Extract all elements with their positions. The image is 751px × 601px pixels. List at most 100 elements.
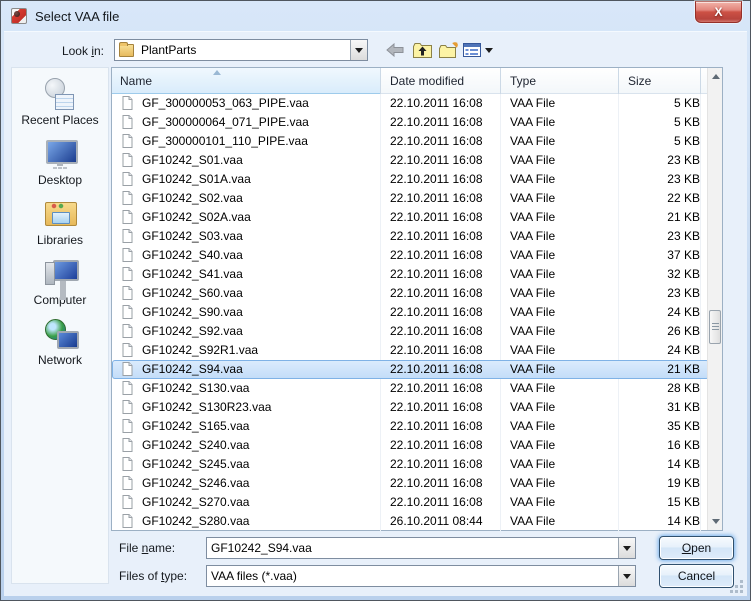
sidebar-item-label: Recent Places (21, 113, 99, 127)
file-row[interactable]: GF10242_S130.vaa 22.10.2011 16:08 VAA Fi… (112, 379, 709, 398)
sidebar-item-icon (42, 316, 79, 352)
titlebar[interactable]: Select VAA file X (1, 1, 750, 31)
file-date-cell: 22.10.2011 16:08 (390, 248, 483, 262)
back-button[interactable] (383, 39, 407, 61)
folder-icon (119, 41, 134, 57)
file-name-cell: GF10242_S280.vaa (112, 512, 380, 531)
file-row[interactable]: GF10242_S130R23.vaa 22.10.2011 16:08 VAA… (112, 398, 709, 417)
file-row[interactable]: GF10242_S02A.vaa 22.10.2011 16:08 VAA Fi… (112, 208, 709, 227)
file-name-cell: GF_300000064_071_PIPE.vaa (112, 113, 380, 132)
files-of-type-label: Files of type: (119, 569, 188, 583)
file-size-cell: 5 KB (673, 96, 700, 110)
file-name-cell: GF10242_S60.vaa (112, 284, 380, 303)
file-row[interactable]: GF_300000101_110_PIPE.vaa 22.10.2011 16:… (112, 132, 709, 151)
file-row[interactable]: GF10242_S92R1.vaa 22.10.2011 16:08 VAA F… (112, 341, 709, 360)
column-header-date-modified[interactable]: Date modified (390, 74, 464, 88)
file-name-value[interactable]: GF10242_S94.vaa (207, 541, 618, 555)
file-row[interactable]: GF10242_S245.vaa 22.10.2011 16:08 VAA Fi… (112, 455, 709, 474)
file-row[interactable]: GF10242_S270.vaa 22.10.2011 16:08 VAA Fi… (112, 493, 709, 512)
scroll-up-button[interactable] (708, 68, 723, 85)
column-separator[interactable] (700, 68, 701, 94)
column-header-name[interactable] (112, 68, 380, 94)
file-icon (122, 191, 133, 205)
file-date-cell: 22.10.2011 16:08 (390, 267, 483, 281)
file-size-cell: 5 KB (673, 115, 700, 129)
look-in-label: Look in: (61, 44, 104, 58)
views-list-icon (463, 43, 481, 57)
new-folder-button[interactable] (436, 39, 460, 61)
files-of-type-value: VAA files (*.vaa) (211, 569, 297, 583)
file-name-combobox[interactable]: GF10242_S94.vaa (206, 537, 636, 559)
sidebar-item-network[interactable]: Network (12, 316, 108, 367)
file-size-cell: 14 KB (667, 457, 700, 471)
file-row[interactable]: GF_300000064_071_PIPE.vaa 22.10.2011 16:… (112, 113, 709, 132)
column-header-size[interactable]: Size (628, 74, 651, 88)
look-in-dropdown-button[interactable] (350, 40, 367, 60)
close-button[interactable]: X (695, 1, 742, 23)
files-of-type-dropdown-button[interactable] (618, 566, 635, 586)
file-name-cell: GF10242_S02A.vaa (112, 208, 380, 227)
file-size-cell: 23 KB (667, 153, 700, 167)
file-size-cell: 31 KB (667, 400, 700, 414)
file-row[interactable]: GF10242_S60.vaa 22.10.2011 16:08 VAA Fil… (112, 284, 709, 303)
views-menu-button[interactable] (461, 39, 495, 61)
sidebar-item-desktop[interactable]: Desktop (12, 136, 108, 187)
file-row[interactable]: GF10242_S02.vaa 22.10.2011 16:08 VAA Fil… (112, 189, 709, 208)
file-icon (122, 400, 133, 414)
chevron-down-icon (485, 47, 493, 53)
file-row[interactable]: GF10242_S03.vaa 22.10.2011 16:08 VAA Fil… (112, 227, 709, 246)
file-row[interactable]: GF10242_S92.vaa 22.10.2011 16:08 VAA Fil… (112, 322, 709, 341)
sidebar-item-recent-places[interactable]: Recent Places (12, 76, 108, 127)
file-row[interactable]: GF10242_S240.vaa 22.10.2011 16:08 VAA Fi… (112, 436, 709, 455)
sidebar-item-icon (42, 136, 78, 172)
column-separator[interactable] (500, 68, 501, 94)
file-type-cell: VAA File (510, 153, 556, 167)
file-date-cell: 22.10.2011 16:08 (390, 400, 483, 414)
files-of-type-combobox[interactable]: VAA files (*.vaa) (206, 565, 636, 587)
file-type-cell: VAA File (510, 343, 556, 357)
file-name-dropdown-button[interactable] (618, 538, 635, 558)
file-size-cell: 21 KB (667, 210, 700, 224)
file-icon (122, 343, 133, 357)
file-row[interactable]: GF10242_S41.vaa 22.10.2011 16:08 VAA Fil… (112, 265, 709, 284)
file-size-cell: 23 KB (667, 229, 700, 243)
file-row[interactable]: GF10242_S01.vaa 22.10.2011 16:08 VAA Fil… (112, 151, 709, 170)
file-row[interactable]: GF10242_S01A.vaa 22.10.2011 16:08 VAA Fi… (112, 170, 709, 189)
file-row[interactable]: GF10242_S165.vaa 22.10.2011 16:08 VAA Fi… (112, 417, 709, 436)
file-row[interactable]: GF10242_S94.vaa 22.10.2011 16:08 VAA Fil… (112, 360, 709, 379)
file-type-cell: VAA File (510, 286, 556, 300)
column-separator[interactable] (618, 68, 619, 94)
file-icon (122, 134, 133, 148)
scroll-down-button[interactable] (708, 513, 723, 530)
file-date-cell: 22.10.2011 16:08 (390, 343, 483, 357)
file-icon (122, 267, 133, 281)
vertical-scrollbar[interactable] (707, 68, 722, 530)
file-date-cell: 22.10.2011 16:08 (390, 172, 483, 186)
sidebar-item-libraries[interactable]: Libraries (12, 196, 108, 247)
file-row[interactable]: GF10242_S246.vaa 22.10.2011 16:08 VAA Fi… (112, 474, 709, 493)
file-row[interactable]: GF10242_S40.vaa 22.10.2011 16:08 VAA Fil… (112, 246, 709, 265)
scrollbar-thumb[interactable] (709, 310, 721, 344)
file-row[interactable]: GF10242_S280.vaa 26.10.2011 08:44 VAA Fi… (112, 512, 709, 531)
up-one-level-button[interactable] (410, 39, 434, 61)
list-header: Name Date modified Type Size (112, 68, 708, 94)
file-type-cell: VAA File (510, 210, 556, 224)
cancel-button-label: Cancel (677, 569, 716, 583)
file-date-cell: 22.10.2011 16:08 (390, 96, 483, 110)
cancel-button[interactable]: Cancel (659, 564, 734, 588)
column-header-name-label[interactable]: Name (120, 74, 152, 88)
file-icon (122, 438, 133, 452)
file-type-cell: VAA File (510, 400, 556, 414)
file-row[interactable]: GF_300000053_063_PIPE.vaa 22.10.2011 16:… (112, 94, 709, 113)
file-icon (122, 305, 133, 319)
file-row[interactable]: GF10242_S90.vaa 22.10.2011 16:08 VAA Fil… (112, 303, 709, 322)
open-button[interactable]: Open (659, 536, 734, 560)
resize-grip[interactable] (730, 580, 744, 594)
column-header-type[interactable]: Type (510, 74, 536, 88)
sidebar-item-computer[interactable]: Computer (12, 256, 108, 307)
look-in-combobox[interactable]: PlantParts (114, 39, 368, 61)
file-name-cell: GF10242_S92R1.vaa (112, 341, 380, 360)
file-type-cell: VAA File (510, 172, 556, 186)
column-separator[interactable] (380, 68, 381, 94)
file-name-cell: GF10242_S165.vaa (112, 417, 380, 436)
